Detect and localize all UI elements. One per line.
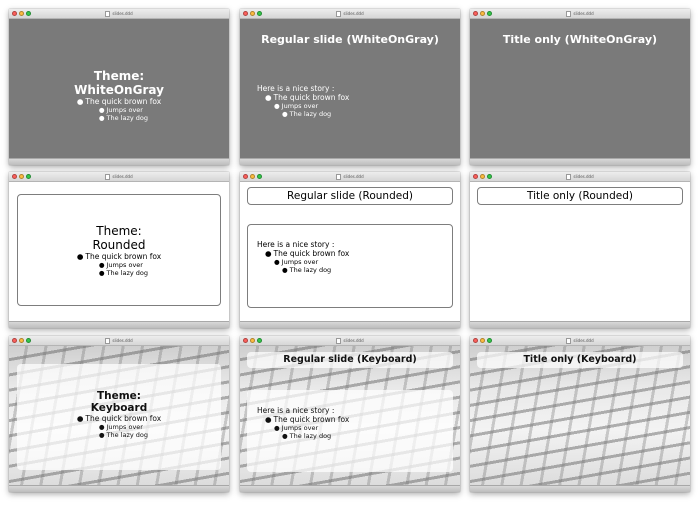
status-bar (470, 485, 690, 492)
bullet-item: The lazy dog (106, 431, 149, 439)
slide-canvas-keyboard-photo: Title only (Keyboard) (470, 346, 690, 486)
bullet-item: Jumps over (281, 424, 319, 432)
story-text: Here is a nice story : ● The quick brown … (257, 84, 350, 118)
title-bar[interactable]: slides.ddd (240, 336, 460, 346)
slide-title: Title only (Keyboard) (523, 354, 637, 365)
document-icon (336, 174, 342, 180)
slide-canvas: Title only (Rounded) (470, 182, 690, 322)
document-icon (566, 338, 572, 344)
title-bar[interactable]: slides.ddd (240, 172, 460, 182)
status-bar (240, 485, 460, 492)
story-text: Here is a nice story : ● The quick brown … (257, 240, 350, 274)
story-intro: Here is a nice story : (257, 84, 335, 93)
bullet-item: The quick brown fox (85, 252, 162, 261)
story-text: Here is a nice story : ● The quick brown … (257, 406, 350, 440)
title-bar[interactable]: slides.ddd (9, 336, 229, 346)
status-bar (9, 321, 229, 328)
document-icon (566, 174, 572, 180)
slide-canvas-keyboard-photo: Regular slide (Keyboard) Here is a nice … (240, 346, 460, 486)
window-title: slides.ddd (112, 11, 133, 16)
window-title: slides.ddd (343, 174, 364, 179)
status-bar (470, 158, 690, 165)
document-icon (105, 174, 111, 180)
document-icon (105, 11, 111, 17)
title-bar[interactable]: slides.ddd (240, 9, 460, 19)
bullet-item: The quick brown fox (85, 414, 162, 423)
window-title: slides.ddd (573, 338, 594, 343)
title-bar[interactable]: slides.ddd (470, 172, 690, 182)
document-icon (336, 11, 342, 17)
bullet-item: The quick brown fox (273, 249, 350, 258)
window-whiteongray-regular: slides.ddd Regular slide (WhiteOnGray) H… (240, 9, 460, 165)
window-title: slides.ddd (343, 338, 364, 343)
bullet-item: Jumps over (106, 106, 143, 114)
bullet-item: Jumps over (281, 102, 319, 110)
slide-canvas: Title only (WhiteOnGray) (470, 19, 690, 159)
bullet-item: Jumps over (106, 423, 143, 431)
slide-title: Regular slide (WhiteOnGray) (261, 33, 439, 46)
bullet-item: The lazy dog (289, 110, 332, 118)
window-title: slides.ddd (112, 174, 133, 179)
slide-title-label: Theme: (96, 224, 142, 238)
window-keyboard-title: slides.ddd Theme: Keyboard ● The quick br… (9, 336, 229, 492)
window-whiteongray-title: slides.ddd Theme: WhiteOnGray ● The quick… (9, 9, 229, 165)
status-bar (470, 321, 690, 328)
window-rounded-title: slides.ddd Theme: Rounded ● The quick bro… (9, 172, 229, 328)
slide-title-name: Rounded (92, 238, 146, 252)
slide-title: Regular slide (Rounded) (287, 190, 413, 202)
window-title: slides.ddd (343, 11, 364, 16)
slide-title-name: Keyboard (90, 402, 148, 414)
story-intro: Here is a nice story : (257, 406, 335, 415)
document-icon (566, 11, 572, 17)
bullet-item: The quick brown fox (273, 93, 350, 102)
window-whiteongray-titleonly: slides.ddd Title only (WhiteOnGray) (470, 9, 690, 165)
status-bar (9, 158, 229, 165)
slide-canvas: Theme: Rounded ● The quick brown fox ● Jum… (9, 182, 229, 322)
title-bar[interactable]: slides.ddd (9, 9, 229, 19)
slide-canvas: Regular slide (WhiteOnGray) Here is a ni… (240, 19, 460, 159)
bullet-item: The quick brown fox (273, 415, 350, 424)
slide-canvas: Regular slide (Rounded) Here is a nice s… (240, 182, 460, 322)
window-keyboard-regular: slides.ddd Regular slide (Keyboard) Here… (240, 336, 460, 492)
bullet-item: The lazy dog (289, 432, 332, 440)
document-icon (336, 338, 342, 344)
status-bar (240, 158, 460, 165)
window-keyboard-titleonly: slides.ddd Title only (Keyboard) (470, 336, 690, 492)
story-intro: Here is a nice story : (257, 240, 335, 249)
title-bar[interactable]: slides.ddd (470, 336, 690, 346)
window-rounded-regular: slides.ddd Regular slide (Rounded) Here … (240, 172, 460, 328)
bullet-item: The quick brown fox (85, 97, 162, 106)
window-title: slides.ddd (112, 338, 133, 343)
window-rounded-titleonly: slides.ddd Title only (Rounded) (470, 172, 690, 328)
slide-title: Title only (WhiteOnGray) (502, 33, 658, 46)
slide-canvas: Theme: WhiteOnGray ● The quick brown fox … (9, 19, 229, 159)
slide-title-label: Theme: (96, 390, 142, 402)
bullet-item: The lazy dog (106, 114, 149, 122)
status-bar (9, 485, 229, 492)
window-title: slides.ddd (573, 174, 594, 179)
bullet-item: The lazy dog (106, 269, 149, 277)
document-icon (105, 338, 111, 344)
title-bar[interactable]: slides.ddd (470, 9, 690, 19)
slide-title: Title only (Rounded) (527, 190, 633, 202)
slide-title: Regular slide (Keyboard) (283, 354, 417, 365)
slide-title-name: WhiteOnGray (74, 83, 164, 97)
bullet-item: Jumps over (281, 258, 319, 266)
bullet-item: The lazy dog (289, 266, 332, 274)
status-bar (240, 321, 460, 328)
slide-canvas-keyboard-photo: Theme: Keyboard ● The quick brown fox ● Ju… (9, 346, 229, 486)
window-title: slides.ddd (573, 11, 594, 16)
bullet-item: Jumps over (106, 261, 143, 269)
slide-title-label: Theme: (93, 69, 145, 83)
title-bar[interactable]: slides.ddd (9, 172, 229, 182)
